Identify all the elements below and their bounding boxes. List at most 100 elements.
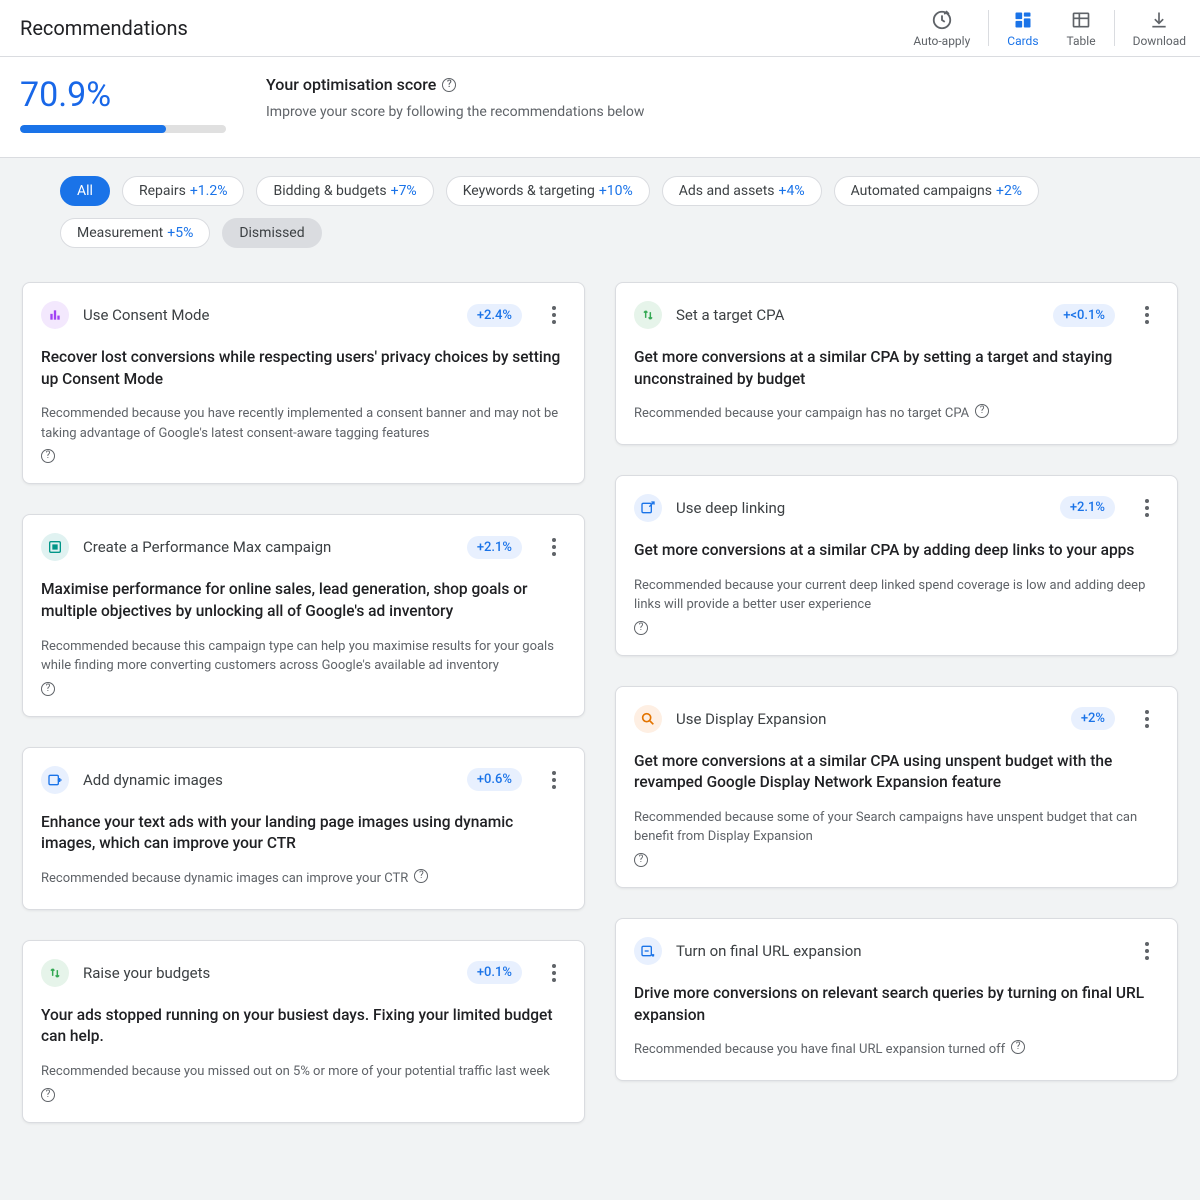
filter-chip[interactable]: Repairs+1.2%	[122, 176, 245, 206]
card-reason-text: Recommended because dynamic images can i…	[41, 869, 408, 889]
card-reason: Recommended because you missed out on 5%…	[41, 1062, 566, 1102]
page-title: Recommendations	[20, 16, 188, 40]
card-title: Use deep linking	[676, 499, 1046, 517]
card-reason: Recommended because this campaign type c…	[41, 637, 566, 696]
card-head: Raise your budgets+0.1%	[41, 959, 566, 987]
filter-chip[interactable]: Measurement+5%	[60, 218, 210, 248]
filter-chip[interactable]: Dismissed	[222, 218, 321, 248]
score-block: 70.9%	[20, 75, 226, 133]
chip-label: Bidding & budgets	[273, 183, 386, 199]
card-title: Create a Performance Max campaign	[83, 538, 453, 556]
recommendation-card[interactable]: Use Consent Mode +2.4% Recover lost conver…	[22, 282, 585, 484]
score-text: Your optimisation score ? Improve your s…	[266, 75, 644, 120]
uplift-pill: +2%	[1071, 707, 1115, 730]
card-reason: Recommended because some of your Search …	[634, 808, 1159, 867]
help-icon[interactable]: ?	[634, 853, 648, 867]
card-body: Get more conversions at a similar CPA us…	[634, 751, 1159, 794]
chip-delta: +1.2%	[190, 183, 228, 199]
recommendation-card[interactable]: Use Display Expansion +2% Get more convers…	[615, 686, 1178, 888]
card-head: Use Display Expansion +2%	[634, 705, 1159, 733]
card-title: Use Display Expansion	[676, 710, 1057, 728]
filter-chip[interactable]: Keywords & targeting+10%	[446, 176, 650, 206]
card-reason: Recommended because your campaign has no…	[634, 404, 1159, 424]
arrows-icon	[41, 959, 69, 987]
cards-icon	[1011, 8, 1035, 32]
help-icon[interactable]: ?	[975, 404, 989, 418]
chip-label: Repairs	[139, 183, 186, 199]
download-icon	[1147, 8, 1171, 32]
card-reason-text: Recommended because your campaign has no…	[634, 404, 969, 424]
card-body: Recover lost conversions while respectin…	[41, 347, 566, 390]
card-head: Turn on final URL expansion	[634, 937, 1159, 965]
more-menu-button[interactable]	[542, 961, 566, 985]
help-icon[interactable]: ?	[442, 78, 456, 92]
help-icon[interactable]: ?	[414, 869, 428, 883]
score-percent: 70.9%	[20, 75, 226, 115]
divider	[1114, 10, 1115, 46]
more-menu-button[interactable]	[1135, 496, 1159, 520]
chip-delta: +7%	[391, 183, 417, 199]
score-subtitle: Improve your score by following the reco…	[266, 104, 644, 120]
help-icon[interactable]: ?	[41, 1088, 55, 1102]
card-body: Maximise performance for online sales, l…	[41, 579, 566, 622]
more-menu-button[interactable]	[542, 303, 566, 327]
more-menu-button[interactable]	[542, 535, 566, 559]
table-view-button[interactable]: Table	[1053, 8, 1110, 48]
card-head: Use deep linking +2.1%	[634, 494, 1159, 522]
recommendation-card[interactable]: Turn on final URL expansionDrive more co…	[615, 918, 1178, 1081]
cards-view-button[interactable]: Cards	[993, 8, 1052, 48]
score-title-row: Your optimisation score ?	[266, 75, 644, 94]
bars-icon	[41, 301, 69, 329]
card-title: Add dynamic images	[83, 771, 453, 789]
more-menu-button[interactable]	[1135, 939, 1159, 963]
recommendation-card[interactable]: Create a Performance Max campaign+2.1%Ma…	[22, 514, 585, 716]
card-reason: Recommended because dynamic images can i…	[41, 869, 566, 889]
recommendation-card[interactable]: Add dynamic images+0.6%Enhance your text…	[22, 747, 585, 910]
chip-delta: +5%	[167, 225, 193, 241]
card-reason-text: Recommended because some of your Search …	[634, 808, 1159, 847]
help-icon[interactable]: ?	[41, 682, 55, 696]
card-reason: Recommended because you have final URL e…	[634, 1040, 1159, 1060]
filter-chip[interactable]: Ads and assets+4%	[662, 176, 822, 206]
card-title: Use Consent Mode	[83, 306, 453, 324]
score-title: Your optimisation score	[266, 75, 436, 94]
more-menu-button[interactable]	[1135, 707, 1159, 731]
card-body: Your ads stopped running on your busiest…	[41, 1005, 566, 1048]
filter-chip[interactable]: Automated campaigns+2%	[834, 176, 1039, 206]
cards-column-left: Use Consent Mode +2.4% Recover lost conver…	[22, 282, 585, 1123]
card-reason-text: Recommended because you have recently im…	[41, 404, 566, 443]
score-progress-fill	[20, 125, 166, 133]
auto-apply-button[interactable]: Auto-apply	[899, 8, 984, 48]
more-menu-button[interactable]	[542, 768, 566, 792]
card-body: Get more conversions at a similar CPA by…	[634, 347, 1159, 390]
campaign-icon	[41, 533, 69, 561]
recommendation-card[interactable]: Set a target CPA+<0.1% Get more conversio…	[615, 282, 1178, 445]
history-icon	[930, 8, 954, 32]
more-menu-button[interactable]	[1135, 303, 1159, 327]
auto-apply-label: Auto-apply	[913, 34, 970, 48]
help-icon[interactable]: ?	[1011, 1040, 1025, 1054]
search-icon	[634, 705, 662, 733]
uplift-pill: +2.4%	[467, 304, 522, 327]
help-icon[interactable]: ?	[41, 449, 55, 463]
recommendation-card[interactable]: Raise your budgets+0.1% Your ads stopped …	[22, 940, 585, 1123]
recommendation-card[interactable]: Use deep linking +2.1% Get more conversion…	[615, 475, 1178, 656]
cards-view-label: Cards	[1007, 34, 1038, 48]
card-reason-text: Recommended because your current deep li…	[634, 576, 1159, 615]
chip-delta: +4%	[779, 183, 805, 199]
chip-label: Keywords & targeting	[463, 183, 595, 199]
optimisation-score-panel: 70.9% Your optimisation score ? Improve …	[0, 57, 1200, 158]
card-reason-text: Recommended because you missed out on 5%…	[41, 1062, 550, 1082]
help-icon[interactable]: ?	[634, 621, 648, 635]
uplift-pill: +0.1%	[467, 961, 522, 984]
card-head: Set a target CPA+<0.1%	[634, 301, 1159, 329]
filter-chips: All Repairs+1.2% Bidding & budgets +7% Keywo…	[0, 158, 1200, 262]
link-icon	[634, 494, 662, 522]
uplift-pill: +2.1%	[1060, 496, 1115, 519]
card-body: Get more conversions at a similar CPA by…	[634, 540, 1159, 562]
cards-column-right: Set a target CPA+<0.1% Get more conversio…	[615, 282, 1178, 1081]
filter-chip[interactable]: Bidding & budgets +7%	[256, 176, 433, 206]
filter-chip[interactable]: All	[60, 176, 110, 206]
download-button[interactable]: Download	[1119, 8, 1200, 48]
score-progress	[20, 125, 226, 133]
